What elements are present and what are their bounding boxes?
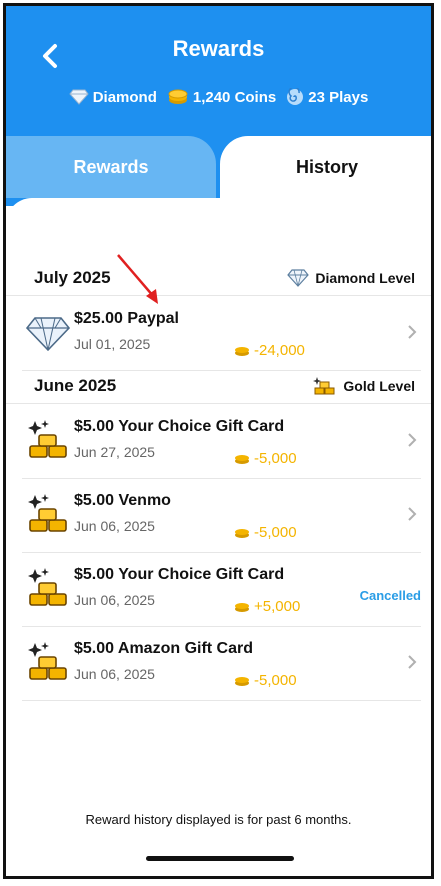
item-amount: +5,000 [234, 598, 300, 615]
chevron-right-icon [408, 655, 417, 669]
item-name: $5.00 Your Choice Gift Card [74, 418, 285, 435]
item-amount: -24,000 [234, 342, 305, 359]
stats-bar: Diamond 1,240 Coins 23 Plays [6, 88, 431, 106]
item-amount-value: -24,000 [254, 342, 305, 359]
coin-stack-icon [235, 602, 249, 612]
history-list: July 2025 Diamond Level $25.00 Paypal Ju… [6, 198, 431, 876]
header: Rewards Diamond 1,240 Coins 23 Plays Rew… [6, 6, 431, 206]
section-title: July 2025 [34, 267, 111, 287]
stat-plays: 23 Plays [286, 88, 368, 106]
level-label: Diamond Level [315, 269, 415, 286]
diamond-icon [26, 317, 70, 352]
gold-bars-icon [313, 376, 335, 394]
footer-note: Reward history displayed is for past 6 m… [85, 812, 352, 827]
item-date: Jun 27, 2025 [74, 444, 155, 460]
level-badge: Diamond Level [287, 268, 415, 287]
level-label: Gold Level [343, 377, 415, 394]
chevron-right-icon [408, 433, 417, 447]
list-item[interactable]: $5.00 Venmo Jun 06, 2025 -5,000 [22, 478, 421, 553]
coin-stack-icon [168, 89, 188, 104]
home-indicator[interactable] [146, 856, 294, 861]
status-badge: Cancelled [359, 588, 421, 603]
gold-bars-icon [28, 420, 67, 458]
item-date: Jun 06, 2025 [74, 592, 155, 608]
list-item[interactable]: $5.00 Amazon Gift Card Jun 06, 2025 -5,0… [22, 626, 421, 701]
coin-stack-icon [235, 528, 249, 538]
gold-bars-icon [28, 642, 67, 680]
item-name: $5.00 Your Choice Gift Card [74, 566, 285, 583]
coin-stack-icon [235, 454, 249, 464]
item-name: $5.00 Venmo [74, 492, 171, 509]
item-amount: -5,000 [234, 672, 297, 689]
item-amount: -5,000 [234, 450, 297, 467]
list-item[interactable]: $5.00 Your Choice Gift Card Jun 06, 2025… [22, 552, 421, 627]
level-badge: Gold Level [313, 376, 415, 396]
coin-stack-icon [235, 346, 249, 356]
chevron-right-icon [408, 507, 417, 521]
item-amount-value: -5,000 [254, 672, 297, 689]
stat-coins-label: 1,240 Coins [192, 88, 277, 106]
item-date: Jun 06, 2025 [74, 666, 155, 682]
tab-rewards[interactable]: Rewards [6, 136, 216, 198]
gold-bars-icon [28, 494, 67, 532]
annotation-arrow-icon [117, 254, 158, 304]
item-name: $25.00 Paypal [74, 310, 179, 327]
page-title: Rewards [172, 36, 265, 61]
item-amount-value: -5,000 [254, 450, 297, 467]
coin-stack-icon [235, 676, 249, 686]
tab-bar: Rewards History [6, 136, 431, 198]
stat-coins: 1,240 Coins [167, 89, 276, 106]
chevron-right-icon [408, 325, 417, 339]
section-header-july: July 2025 Diamond Level [6, 260, 431, 296]
stat-level: Diamond [69, 89, 157, 106]
phone-screen: Rewards Diamond 1,240 Coins 23 Plays Rew… [3, 3, 434, 879]
item-date: Jun 06, 2025 [74, 518, 155, 534]
item-name: $5.00 Amazon Gift Card [74, 640, 254, 657]
gold-bars-icon [28, 568, 67, 606]
spiral-icon [287, 88, 304, 105]
item-amount-value: -5,000 [254, 524, 297, 541]
diamond-icon [287, 268, 310, 287]
item-amount: -5,000 [234, 524, 297, 541]
section-title: June 2025 [34, 375, 117, 395]
section-header-june: June 2025 Gold Level [6, 368, 431, 404]
stat-level-label: Diamond [92, 88, 157, 106]
list-item[interactable]: $5.00 Your Choice Gift Card Jun 27, 2025… [22, 404, 421, 479]
stat-plays-label: 23 Plays [308, 88, 369, 106]
item-date: Jul 01, 2025 [74, 336, 151, 352]
diamond-icon [69, 89, 89, 105]
list-item[interactable]: $25.00 Paypal Jul 01, 2025 -24,000 [22, 296, 421, 371]
tab-history[interactable]: History [220, 136, 431, 198]
item-amount-value: +5,000 [254, 598, 301, 615]
